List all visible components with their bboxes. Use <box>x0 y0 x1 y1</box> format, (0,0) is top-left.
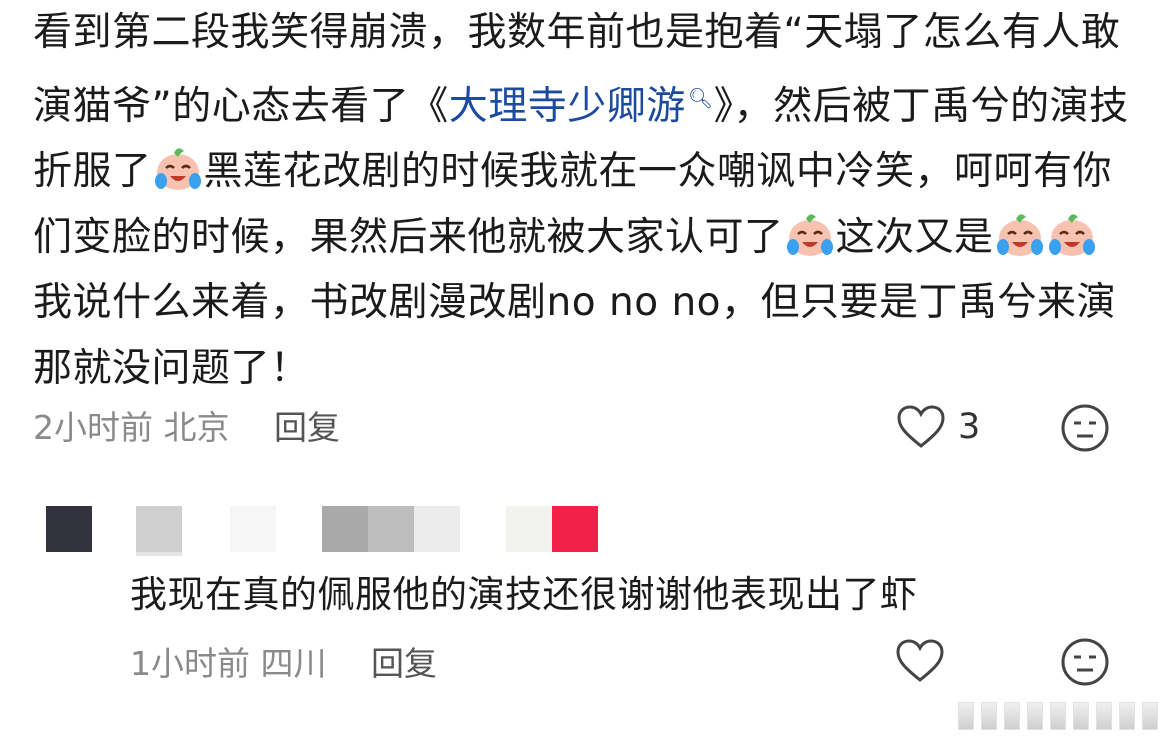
expressionless-face-icon[interactable] <box>1060 403 1110 453</box>
comment-meta: 2小时前 北京 回复 <box>33 401 340 449</box>
comment-body: 看到第二段我笑得崩溃，我数年前也是抱着“天塌了怎么有人敢演猫爷”的心态去看了《大… <box>33 0 1133 401</box>
comment-text-part: 这次又是 <box>835 214 994 260</box>
comment-time: 2小时前 <box>33 408 153 447</box>
reply-meta: 1小时前 四川 回复 <box>130 637 437 685</box>
like-count: 3 <box>958 407 981 447</box>
reply-time: 1小时前 <box>130 644 250 683</box>
like-button[interactable]: 3 <box>896 404 980 450</box>
crying-laughing-emoji-icon <box>1048 213 1095 256</box>
topic-link-label: 大理寺少卿游 <box>448 83 686 129</box>
comment-location: 北京 <box>163 408 230 447</box>
topic-link[interactable]: 大理寺少卿游 🔍︎ <box>449 84 714 129</box>
reply-button[interactable]: 回复 <box>371 644 437 683</box>
heart-icon <box>897 405 945 448</box>
watermark-bars <box>958 702 1160 730</box>
reply-username-pixelated <box>44 490 604 556</box>
reply-location: 四川 <box>260 644 327 683</box>
reply-body: 我现在真的佩服他的演技还很谢谢他表现出了虾 <box>130 573 918 616</box>
comment-text-part: 我说什么来着，书改剧漫改剧no no no，但只要是丁禹兮来演那就没问题了！ <box>33 280 1117 391</box>
search-icon: 🔍︎ <box>687 85 714 110</box>
expressionless-face-icon[interactable] <box>1060 637 1110 687</box>
crying-laughing-emoji-icon <box>154 148 201 190</box>
heart-icon <box>896 639 944 682</box>
like-button[interactable] <box>895 638 945 684</box>
reply-button[interactable]: 回复 <box>274 408 340 447</box>
crying-laughing-emoji-icon <box>786 213 833 256</box>
crying-laughing-emoji-icon <box>996 213 1043 256</box>
